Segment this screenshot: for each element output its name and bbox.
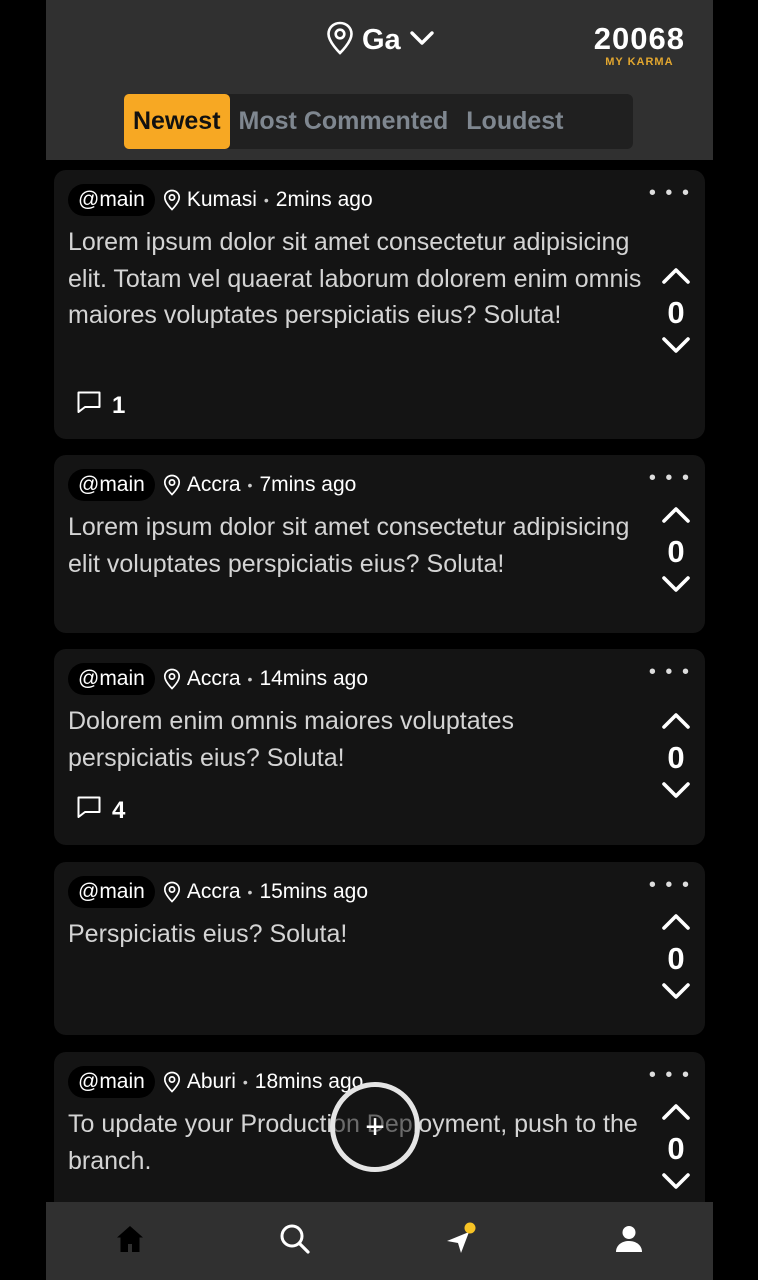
separator-dot: • bbox=[247, 884, 253, 900]
vote-score: 0 bbox=[667, 740, 685, 775]
plus-icon: + bbox=[365, 1108, 385, 1146]
location-pin-icon bbox=[163, 189, 181, 211]
comment-count-value: 1 bbox=[112, 391, 126, 419]
upvote-icon[interactable] bbox=[661, 912, 691, 937]
channel-tag[interactable]: @main bbox=[68, 1066, 155, 1098]
comment-count[interactable]: 4 bbox=[76, 795, 125, 826]
tab-loudest[interactable]: Loudest bbox=[457, 94, 572, 149]
vote-score: 0 bbox=[667, 295, 685, 330]
tab-newest[interactable]: Newest bbox=[124, 94, 230, 149]
vote-control: 0 bbox=[659, 1102, 693, 1196]
downvote-icon[interactable] bbox=[661, 335, 691, 360]
post-meta: @main Accra • 7mins ago bbox=[68, 469, 356, 501]
downvote-icon[interactable] bbox=[661, 574, 691, 599]
header: Ga 20068 MY KARMA Newest Most Commented … bbox=[46, 0, 713, 160]
navigate-icon bbox=[444, 1222, 478, 1261]
location-selector[interactable]: Ga bbox=[326, 21, 435, 60]
comment-icon bbox=[76, 795, 102, 826]
chevron-down-icon bbox=[409, 29, 435, 52]
post-meta: @main Accra • 14mins ago bbox=[68, 663, 368, 695]
more-options-icon[interactable]: • • • bbox=[649, 1065, 691, 1085]
comment-count-value: 4 bbox=[112, 796, 126, 824]
vote-score: 0 bbox=[667, 1131, 685, 1166]
post-card[interactable]: @main Accra • 15mins ago • • • Perspicia… bbox=[54, 862, 705, 1035]
upvote-icon[interactable] bbox=[661, 711, 691, 736]
upvote-icon[interactable] bbox=[661, 266, 691, 291]
more-options-icon[interactable]: • • • bbox=[649, 183, 691, 203]
post-location: Accra bbox=[186, 880, 241, 903]
separator-dot: • bbox=[263, 192, 269, 208]
location-pin-icon bbox=[163, 668, 181, 690]
vote-control: 0 bbox=[659, 266, 693, 360]
upvote-icon[interactable] bbox=[661, 1102, 691, 1127]
separator-dot: • bbox=[247, 671, 253, 687]
nav-profile[interactable] bbox=[612, 1224, 646, 1258]
new-post-button[interactable]: + bbox=[330, 1082, 420, 1172]
separator-dot: • bbox=[247, 477, 253, 493]
post-meta: @main Kumasi • 2mins ago bbox=[68, 184, 373, 216]
post-location: Accra bbox=[186, 667, 241, 690]
post-meta: @main Aburi • 18mins ago bbox=[68, 1066, 363, 1098]
search-icon bbox=[279, 1223, 311, 1260]
post-time: 14mins ago bbox=[259, 667, 369, 690]
post-time: 2mins ago bbox=[275, 188, 373, 211]
more-options-icon[interactable]: • • • bbox=[649, 662, 691, 682]
vote-control: 0 bbox=[659, 912, 693, 1006]
post-card[interactable]: @main Kumasi • 2mins ago • • • Lorem ips… bbox=[54, 170, 705, 439]
upvote-icon[interactable] bbox=[661, 505, 691, 530]
post-card[interactable]: @main Accra • 7mins ago • • • Lorem ipsu… bbox=[54, 455, 705, 633]
tab-most-commented[interactable]: Most Commented bbox=[230, 94, 458, 149]
karma-value: 20068 bbox=[593, 21, 685, 56]
post-text: Dolorem enim omnis maiores voluptates pe… bbox=[68, 707, 515, 772]
profile-icon bbox=[614, 1224, 644, 1259]
location-pin-icon bbox=[163, 1071, 181, 1093]
post-card[interactable]: @main Accra • 14mins ago • • • Dolorem e… bbox=[54, 649, 705, 845]
nav-home[interactable] bbox=[113, 1224, 147, 1258]
downvote-icon[interactable] bbox=[661, 981, 691, 1006]
post-time: 15mins ago bbox=[259, 880, 369, 903]
vote-control: 0 bbox=[659, 711, 693, 805]
comment-icon bbox=[76, 390, 102, 421]
karma-label: MY KARMA bbox=[605, 56, 674, 68]
location-label: Ga bbox=[362, 23, 401, 56]
location-pin-icon bbox=[163, 881, 181, 903]
location-pin-icon bbox=[326, 21, 354, 60]
channel-tag[interactable]: @main bbox=[68, 184, 155, 216]
post-text: Perspiciatis eius? Soluta! bbox=[68, 920, 348, 948]
bottom-nav bbox=[46, 1202, 713, 1280]
post-location: Aburi bbox=[186, 1070, 236, 1093]
sort-tabs: Newest Most Commented Loudest bbox=[124, 94, 633, 149]
post-text: Lorem ipsum dolor sit amet consectetur a… bbox=[68, 228, 642, 329]
location-pin-icon bbox=[163, 474, 181, 496]
nav-explore[interactable] bbox=[444, 1222, 478, 1261]
channel-tag[interactable]: @main bbox=[68, 469, 155, 501]
home-icon bbox=[115, 1224, 145, 1259]
comment-count[interactable]: 1 bbox=[76, 390, 125, 421]
vote-control: 0 bbox=[659, 505, 693, 599]
app-root: Ga 20068 MY KARMA Newest Most Commented … bbox=[46, 0, 713, 1280]
post-meta: @main Accra • 15mins ago bbox=[68, 876, 368, 908]
karma-display[interactable]: 20068 MY KARMA bbox=[593, 21, 685, 69]
downvote-icon[interactable] bbox=[661, 1171, 691, 1196]
more-options-icon[interactable]: • • • bbox=[649, 875, 691, 895]
vote-score: 0 bbox=[667, 941, 685, 976]
nav-search[interactable] bbox=[278, 1224, 312, 1258]
separator-dot: • bbox=[242, 1074, 248, 1090]
post-location: Kumasi bbox=[186, 188, 257, 211]
post-location: Accra bbox=[186, 473, 241, 496]
channel-tag[interactable]: @main bbox=[68, 663, 155, 695]
vote-score: 0 bbox=[667, 534, 685, 569]
downvote-icon[interactable] bbox=[661, 780, 691, 805]
more-options-icon[interactable]: • • • bbox=[649, 468, 691, 488]
post-text: Lorem ipsum dolor sit amet consectetur a… bbox=[68, 513, 630, 578]
post-time: 7mins ago bbox=[259, 473, 357, 496]
channel-tag[interactable]: @main bbox=[68, 876, 155, 908]
